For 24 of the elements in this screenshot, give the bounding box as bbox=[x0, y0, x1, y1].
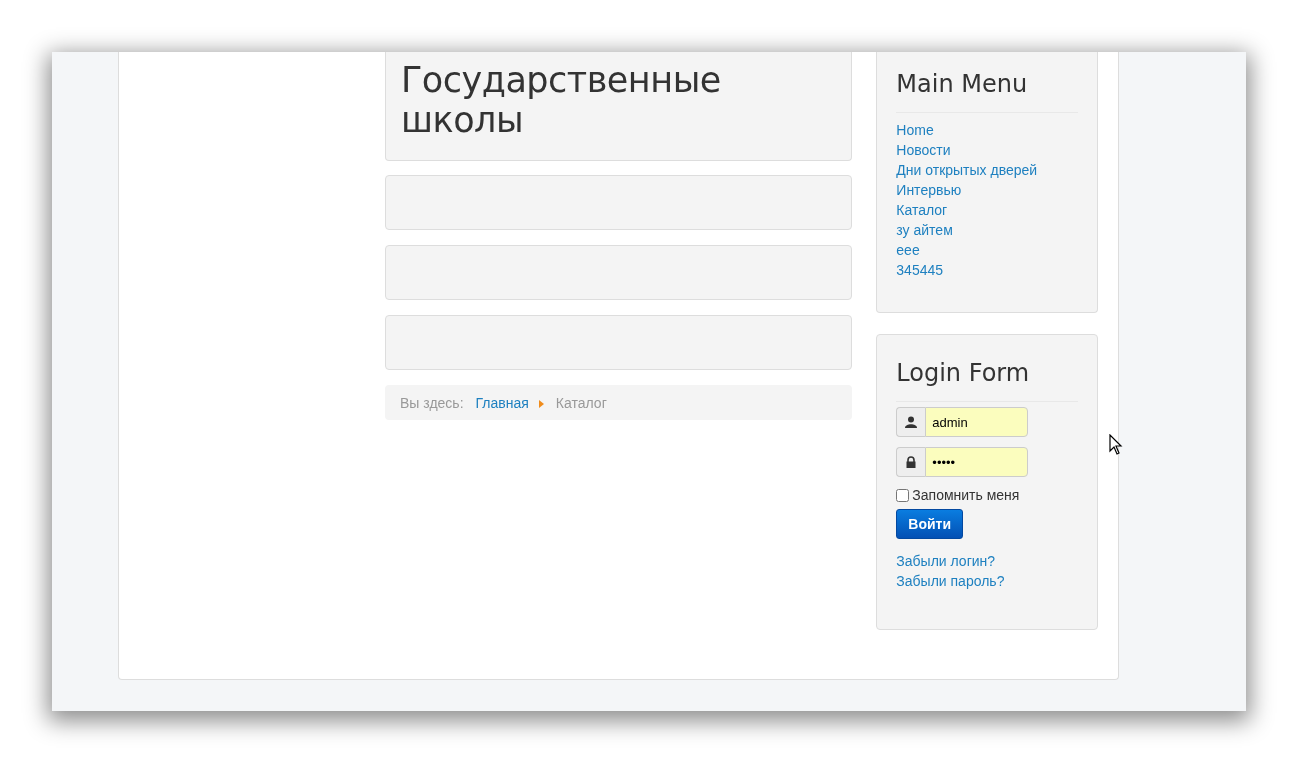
menu-link[interactable]: Home bbox=[896, 120, 934, 140]
lock-icon bbox=[896, 447, 926, 477]
menu-link[interactable]: зу айтем bbox=[896, 220, 953, 240]
menu-link[interactable]: Каталог bbox=[896, 200, 948, 220]
page-title: Государственные школы bbox=[401, 60, 722, 140]
breadcrumb-link[interactable]: Главная bbox=[475, 394, 529, 411]
forgot-link[interactable]: Забыли пароль? bbox=[896, 571, 1005, 591]
breadcrumb-arrow-icon bbox=[538, 399, 544, 408]
remember-checkbox[interactable] bbox=[896, 488, 910, 502]
breadcrumb-current: Каталог bbox=[555, 394, 607, 411]
username-field[interactable]: admin bbox=[925, 407, 1029, 437]
module-title: Login Form bbox=[896, 358, 1030, 389]
menu-link[interactable]: Дни открытых дверей bbox=[896, 160, 1038, 180]
breadcrumb-label: Вы здесь: bbox=[400, 394, 464, 411]
menu-link[interactable]: eee bbox=[896, 240, 920, 260]
menu-link[interactable]: 345445 bbox=[896, 260, 944, 280]
menu-link[interactable]: Интервью bbox=[896, 180, 962, 200]
module-title: Main Menu bbox=[896, 69, 1028, 100]
password-field[interactable]: ••••• bbox=[925, 447, 1029, 477]
forgot-link[interactable]: Забыли логин? bbox=[896, 551, 996, 571]
menu-link[interactable]: Новости bbox=[896, 140, 951, 160]
user-icon bbox=[896, 407, 926, 437]
checkbox-label: Запомнить меня bbox=[912, 487, 1020, 503]
login-button[interactable]: Войти bbox=[896, 509, 964, 539]
